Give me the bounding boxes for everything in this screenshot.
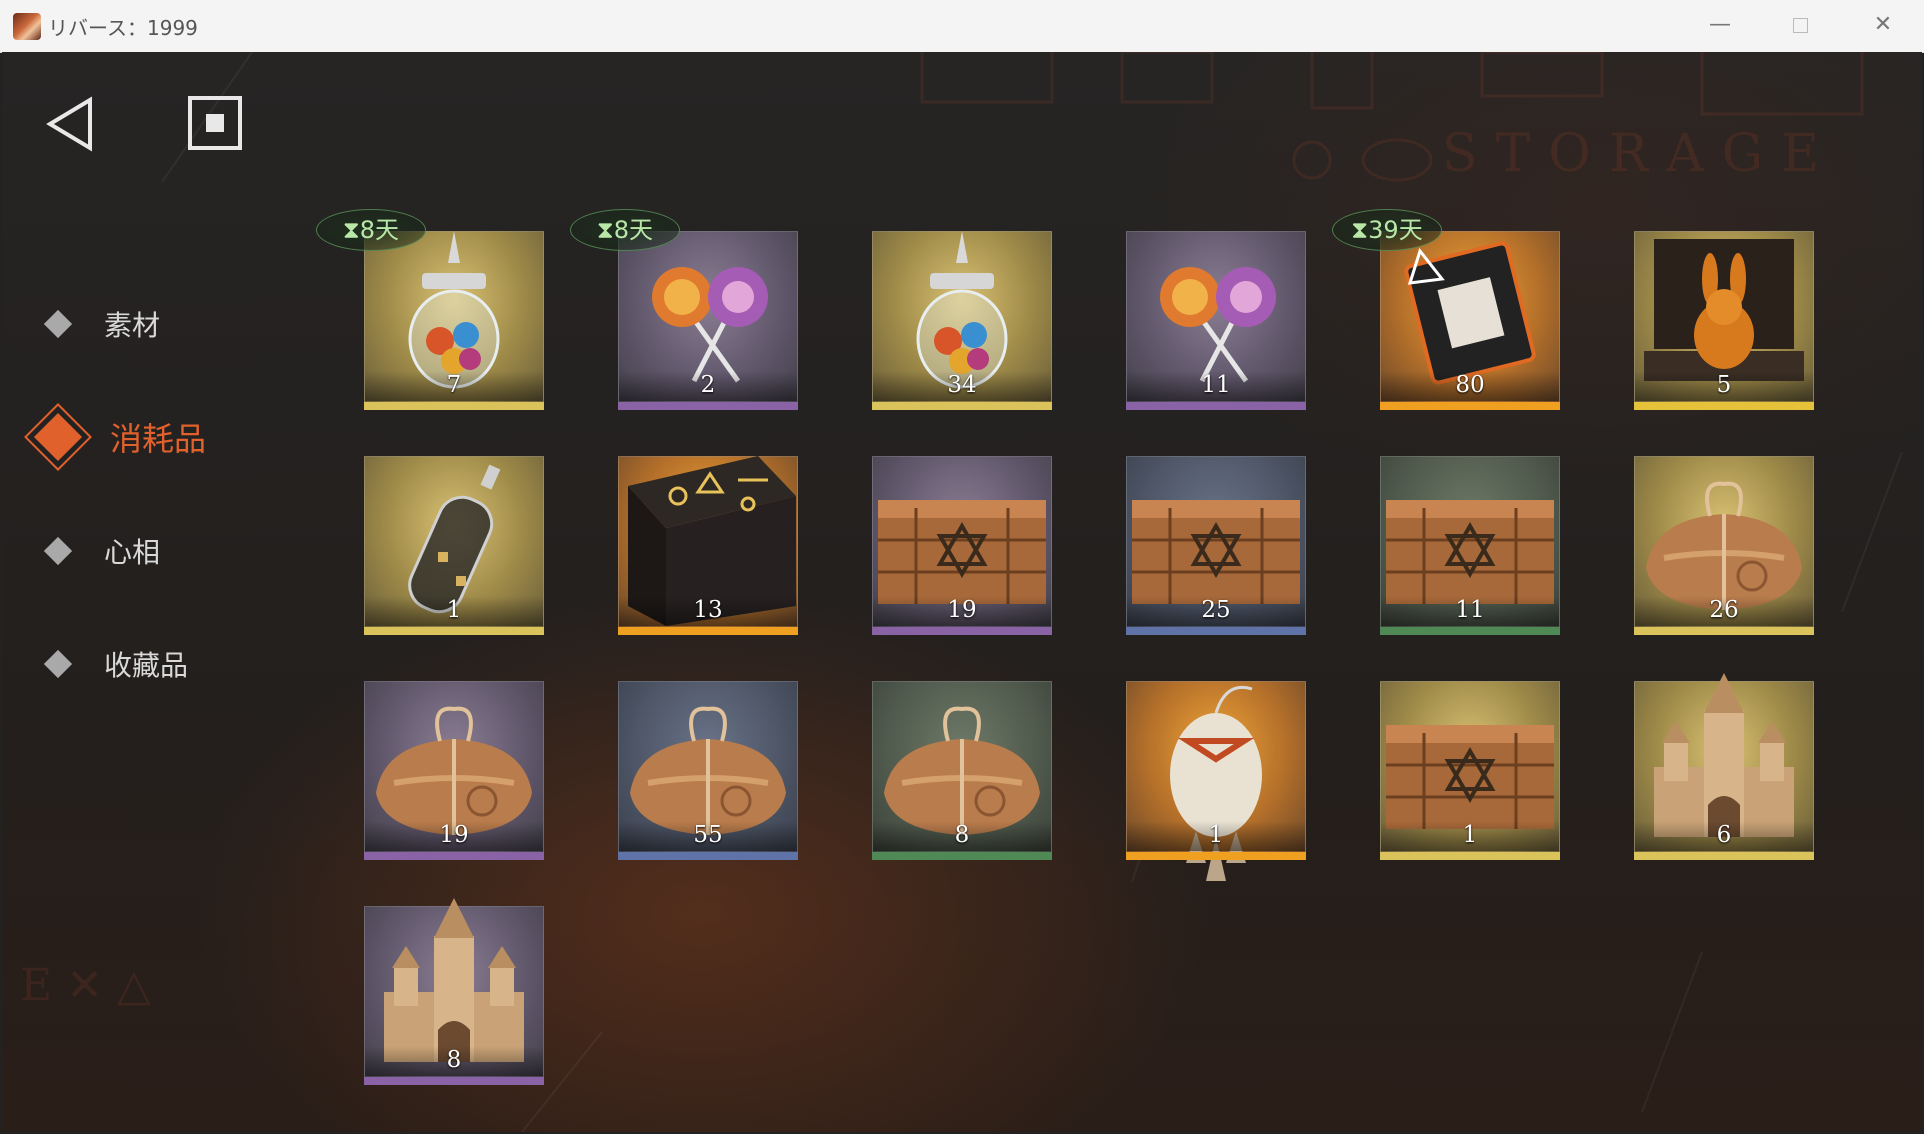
inventory-item-ornament[interactable]: 1	[1126, 681, 1306, 881]
rarity-bar	[1126, 627, 1306, 635]
inventory-item-sand-castle[interactable]: 8	[364, 898, 544, 1086]
rarity-bar	[618, 627, 798, 635]
category-consumables[interactable]: 消耗品	[22, 405, 282, 465]
stop-square-icon	[188, 96, 242, 150]
maximize-icon	[1792, 18, 1808, 33]
item-count: 1	[1462, 822, 1478, 848]
close-button[interactable]: ✕	[1843, 0, 1923, 52]
home-button[interactable]	[188, 96, 242, 150]
item-count: 6	[1716, 822, 1732, 848]
rarity-bar	[1380, 627, 1560, 635]
inventory-item-lollipops[interactable]: 11	[1126, 231, 1306, 411]
hourglass-icon: ⧗	[596, 216, 614, 244]
item-count: 1	[446, 597, 462, 623]
rarity-bar	[1634, 627, 1814, 635]
inventory-item-wooden-crate[interactable]: 19	[872, 456, 1052, 636]
timer-text: 8天	[613, 216, 654, 244]
item-count: 8	[446, 1047, 462, 1073]
diamond-icon	[43, 536, 73, 566]
rarity-bar	[872, 852, 1052, 860]
item-count: 2	[700, 372, 716, 398]
rarity-bar	[618, 402, 798, 410]
item-count: 11	[1201, 372, 1231, 398]
item-count: 19	[439, 822, 469, 848]
timer-text: 39天	[1368, 216, 1423, 244]
item-count: 5	[1716, 372, 1732, 398]
diamond-icon	[43, 309, 73, 339]
category-label: 消耗品	[110, 420, 207, 458]
minimize-icon: —	[1709, 12, 1731, 37]
inventory-item-parcel[interactable]: 8	[872, 681, 1052, 861]
item-count: 34	[947, 372, 977, 398]
expiry-timer-badge: ⧗8天	[316, 209, 426, 251]
item-count: 8	[954, 822, 970, 848]
rarity-bar	[872, 402, 1052, 410]
inventory-item-candy-jar[interactable]: 7 ⧗8天	[316, 209, 544, 411]
inventory-item-rune-table[interactable]: 13	[618, 456, 798, 636]
item-count: 80	[1455, 372, 1485, 398]
corner-watermark: E ✕ △	[20, 960, 151, 1011]
item-count: 55	[693, 822, 723, 848]
back-button[interactable]	[44, 96, 96, 152]
inventory-item-bottle[interactable]: 1	[364, 456, 544, 636]
minimize-button[interactable]: —	[1680, 0, 1760, 52]
hourglass-icon: ⧗	[342, 216, 360, 244]
rarity-bar	[1634, 402, 1814, 410]
storage-watermark: STORAGE	[1442, 124, 1838, 184]
hourglass-icon: ⧗	[1351, 216, 1369, 244]
diamond-icon	[43, 649, 73, 679]
inventory-item-parcel[interactable]: 55	[618, 681, 798, 861]
inventory-item-lollipops[interactable]: 2 ⧗8天	[570, 209, 798, 411]
inventory-item-sand-castle[interactable]: 6	[1634, 673, 1814, 861]
item-count: 7	[446, 372, 462, 398]
inventory-item-talisman-book[interactable]: 80 ⧗39天	[1332, 209, 1560, 411]
inventory-item-rabbit-chest[interactable]: 5	[1634, 231, 1814, 411]
inventory-item-wooden-crate[interactable]: 11	[1380, 456, 1560, 636]
game-window: リバース：1999 — ✕ STORAGE E ✕ △ 素材 消耗品 心相 收藏…	[0, 0, 1924, 1134]
item-count: 1	[1208, 822, 1224, 848]
rarity-bar	[618, 852, 798, 860]
rarity-bar	[1380, 852, 1560, 860]
rarity-bar	[1634, 852, 1814, 860]
item-count: 11	[1455, 597, 1485, 623]
inventory-item-wooden-crate[interactable]: 1	[1380, 681, 1560, 861]
category-materials[interactable]: 素材	[22, 292, 282, 352]
category-collectibles[interactable]: 收藏品	[22, 632, 282, 692]
inventory-item-wooden-crate[interactable]: 25	[1126, 456, 1306, 636]
maximize-button[interactable]	[1760, 0, 1840, 52]
item-count: 13	[693, 597, 723, 623]
inventory-screen: STORAGE E ✕ △ 素材 消耗品 心相 收藏品 7 ⧗8天 2 ⧗8天 …	[2, 52, 1922, 1132]
category-label: 心相	[104, 536, 161, 569]
item-count: 26	[1709, 597, 1739, 623]
diamond-selected-icon	[33, 412, 83, 462]
app-icon	[13, 13, 41, 40]
window-title: リバース：1999	[48, 16, 198, 40]
inventory-item-parcel[interactable]: 26	[1634, 456, 1814, 636]
item-count: 25	[1201, 597, 1231, 623]
timer-text: 8天	[359, 216, 400, 244]
rarity-bar	[364, 627, 544, 635]
inventory-item-parcel[interactable]: 19	[364, 681, 544, 861]
rarity-bar	[364, 402, 544, 410]
rarity-bar	[364, 852, 544, 860]
category-psychube[interactable]: 心相	[22, 519, 282, 579]
rarity-bar	[872, 627, 1052, 635]
expiry-timer-badge: ⧗8天	[570, 209, 680, 251]
category-label: 收藏品	[104, 649, 189, 682]
rarity-bar	[364, 1077, 544, 1085]
rarity-bar	[1126, 852, 1306, 860]
close-icon: ✕	[1873, 12, 1893, 37]
rarity-bar	[1126, 402, 1306, 410]
item-count: 19	[947, 597, 977, 623]
rarity-bar	[1380, 402, 1560, 410]
back-triangle-icon	[46, 96, 92, 152]
expiry-timer-badge: ⧗39天	[1332, 209, 1442, 251]
category-label: 素材	[104, 309, 161, 342]
title-bar: リバース：1999 — ✕	[0, 0, 1924, 53]
inventory-item-candy-jar[interactable]: 34	[872, 231, 1052, 411]
